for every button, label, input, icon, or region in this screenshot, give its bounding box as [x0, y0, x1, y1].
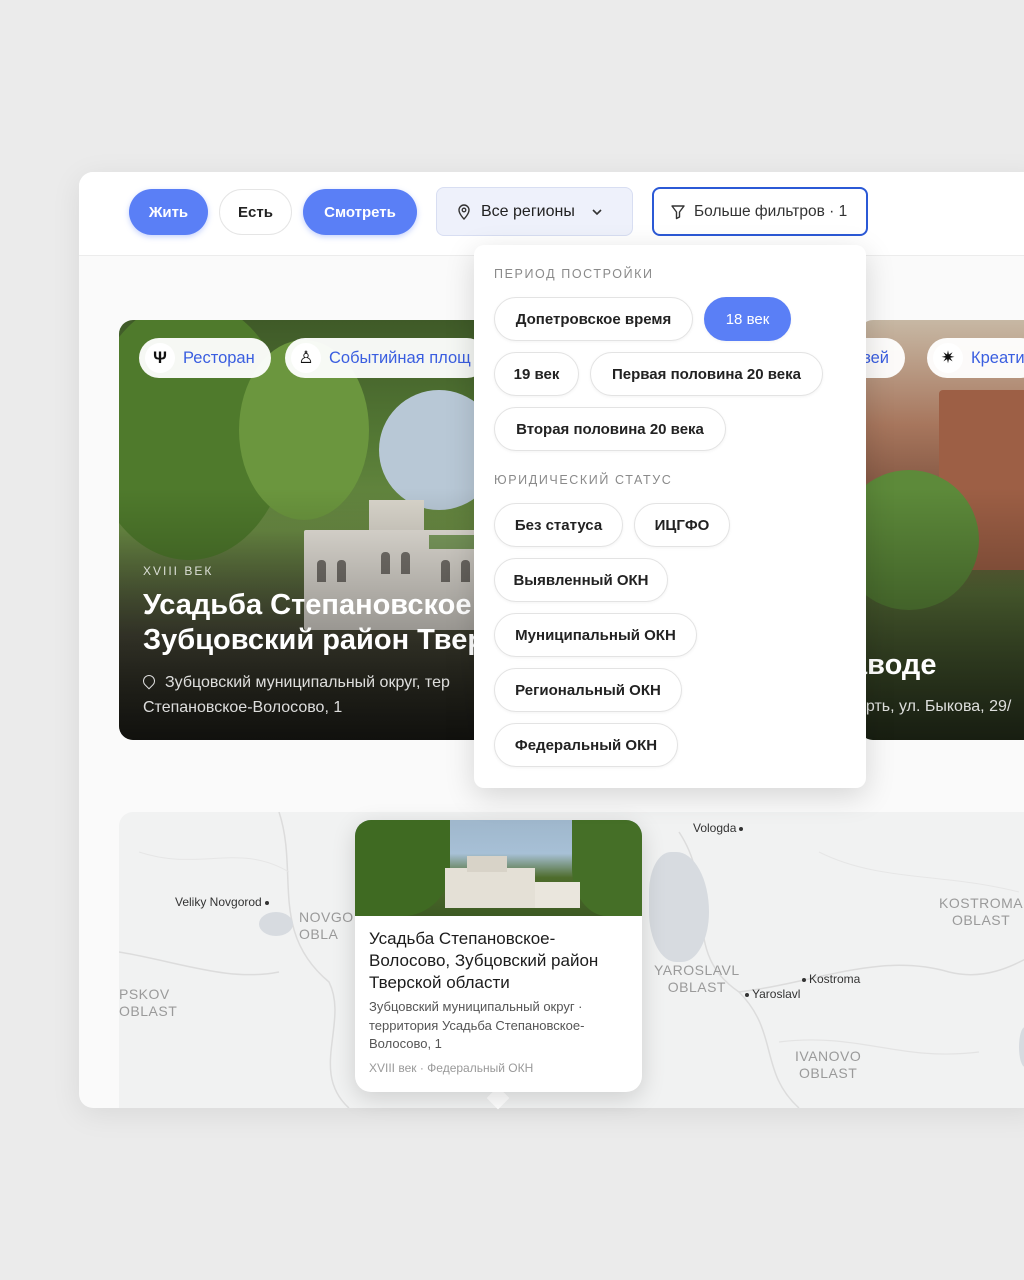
chip-period-early-20th[interactable]: Первая половина 20 века — [590, 352, 823, 396]
map-city-label: Yaroslavl — [742, 987, 800, 1001]
location-pin-icon — [140, 672, 158, 690]
map-region-label: NOVGO OBLA — [299, 909, 354, 942]
map-region-label: IVANOVO OBLAST — [795, 1048, 862, 1081]
tag-event-space[interactable]: ♙ Событийная площ — [285, 338, 487, 378]
popup-photo — [355, 820, 642, 916]
chip-period-19th[interactable]: 19 век — [494, 352, 579, 396]
card-title: аводе — [859, 649, 937, 681]
manor-wing — [535, 882, 580, 908]
tab-eat[interactable]: Есть — [219, 189, 292, 235]
chip-status-identified[interactable]: Выявленный ОКН — [494, 558, 668, 602]
status-section-title: ЮРИДИЧЕСКИЙ СТАТУС — [494, 473, 673, 487]
card-century: XVIII ВЕК — [143, 564, 214, 578]
place-card-right[interactable]: узей ✷ Креати аводе ерть, ул. Быкова, 29… — [859, 320, 1024, 740]
stage-icon: ♙ — [291, 343, 321, 373]
popup-meta: XVIII век · Федеральный ОКН — [369, 1061, 534, 1075]
card-address-text: Зубцовский муниципальный округ, тер Степ… — [143, 674, 450, 716]
more-filters-button[interactable]: Больше фильтров · 1 — [652, 187, 868, 236]
map-region-label: PSKOV OBLAST — [119, 986, 178, 1019]
chip-period-pre-petrine[interactable]: Допетровское время — [494, 297, 693, 341]
city-dot — [739, 826, 744, 831]
chip-status-regional[interactable]: Региональный ОКН — [494, 668, 682, 712]
map-city-label: Veliky Novgorod — [175, 895, 272, 909]
map-popup-card[interactable]: Усадьба Степановское-Волосово, Зубцовски… — [355, 820, 642, 1092]
chip-status-federal[interactable]: Федеральный ОКН — [494, 723, 678, 767]
manor-tower — [467, 856, 507, 872]
card-address: Зубцовский муниципальный округ, тер Степ… — [140, 670, 450, 720]
chip-status-none[interactable]: Без статуса — [494, 503, 623, 547]
tab-watch[interactable]: Смотреть — [303, 189, 417, 235]
city-name: Veliky Novgorod — [175, 895, 262, 909]
tab-live[interactable]: Жить — [129, 189, 208, 235]
manor-building — [445, 868, 535, 908]
chevron-down-icon — [592, 208, 602, 215]
tree-shape — [572, 820, 642, 916]
popup-address: Зубцовский муниципальный округ · террито… — [369, 999, 585, 1051]
region-select[interactable]: Все регионы — [436, 187, 633, 236]
map-city-label: Vologda — [693, 821, 746, 835]
period-section-title: ПЕРИОД ПОСТРОЙКИ — [494, 267, 654, 281]
card-address: ерть, ул. Быкова, 29/ — [859, 698, 1012, 715]
fork-knife-icon: Ψ — [145, 343, 175, 373]
filter-toolbar: Жить Есть Смотреть Все регионы Больше фи… — [79, 172, 1024, 256]
city-name: Yaroslavl — [752, 987, 801, 1001]
chip-status-icgfo[interactable]: ИЦГФО — [634, 503, 730, 547]
lake-shape — [259, 912, 293, 936]
tag-label: Креати — [971, 348, 1024, 367]
tag-restaurant[interactable]: Ψ Ресторан — [139, 338, 271, 378]
map-region-label: KOSTROMA OBLAST — [939, 895, 1024, 928]
city-dot — [802, 977, 806, 982]
tag-label: Ресторан — [183, 348, 255, 367]
place-card-left[interactable]: Ψ Ресторан ♙ Событийная площ XVIII ВЕК У… — [119, 320, 499, 740]
sparkle-icon: ✷ — [933, 343, 963, 373]
map-city-label: Kostroma — [799, 972, 860, 986]
filter-funnel-icon — [671, 204, 685, 219]
map-region-label: YAROSLAVL OBLAST — [654, 962, 740, 995]
river-shape — [1019, 1027, 1024, 1067]
city-name: Vologda — [693, 821, 737, 835]
more-filters-label: Больше фильтров · 1 — [694, 202, 848, 220]
tree-shape — [355, 820, 450, 916]
chip-period-late-20th[interactable]: Вторая половина 20 века — [494, 407, 726, 451]
location-pin-icon — [458, 203, 470, 220]
region-select-label: Все регионы — [481, 202, 575, 220]
city-name: Kostroma — [809, 972, 861, 986]
card-title: Усадьба Степановское Зубцовский район Тв… — [143, 589, 486, 656]
chip-period-18th[interactable]: 18 век — [704, 297, 791, 341]
tag-label: Событийная площ — [329, 348, 471, 367]
chip-status-municipal[interactable]: Муниципальный ОКН — [494, 613, 697, 657]
city-dot — [745, 992, 749, 997]
tag-creative[interactable]: ✷ Креати — [927, 338, 1024, 378]
filters-dropdown: ПЕРИОД ПОСТРОЙКИ Допетровское время 18 в… — [474, 245, 866, 788]
popup-title: Усадьба Степановское-Волосово, Зубцовски… — [369, 929, 599, 992]
city-dot — [264, 900, 269, 905]
